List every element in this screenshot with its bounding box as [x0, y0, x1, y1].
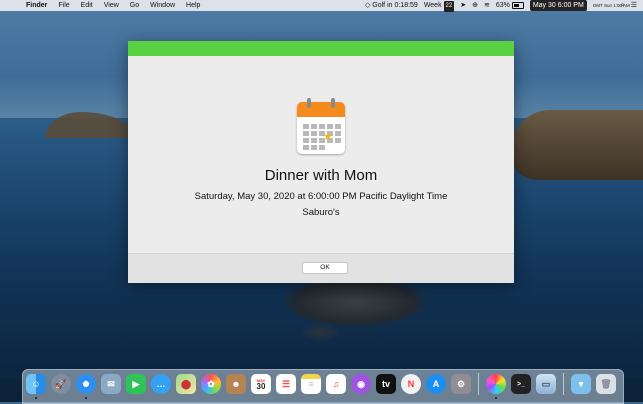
week-label: Week	[423, 1, 442, 9]
ok-button[interactable]: OK	[302, 262, 348, 274]
event-alert-dialog: ★ Dinner with Mom Saturday, May 30, 2020…	[128, 41, 514, 283]
contacts-icon[interactable]: ☻	[226, 374, 246, 394]
notes-icon[interactable]: ≡	[301, 374, 321, 394]
calendar-dock-icon[interactable]: MAY 30	[251, 374, 271, 394]
photos-icon[interactable]: ✿	[201, 374, 221, 394]
golf-timer-status[interactable]: ◇ Golf in 0:18:59	[365, 0, 418, 11]
downloads-folder-icon[interactable]: ▾	[571, 374, 591, 394]
star-icon: ★	[323, 131, 333, 143]
music-icon[interactable]: ♫	[326, 374, 346, 394]
facetime-icon[interactable]: ▶	[126, 374, 146, 394]
desktop-islet	[300, 322, 340, 342]
messages-icon[interactable]: …	[151, 374, 171, 394]
calendar-dock-day: 30	[256, 381, 266, 391]
maps-icon[interactable]: ⬤	[176, 374, 196, 394]
event-title: Dinner with Mom	[264, 167, 378, 184]
vpn-globe-icon[interactable]: ⊕	[472, 0, 478, 11]
trash-icon[interactable]: 🗑	[596, 374, 616, 394]
gmt-clock[interactable]: GMT Sun 1:00 AM	[593, 0, 630, 11]
dialog-accent-strip	[128, 41, 514, 56]
week-status[interactable]: Week 22	[423, 0, 455, 12]
system-preferences-icon[interactable]: ⚙	[451, 374, 471, 394]
color-picker-icon[interactable]	[486, 374, 506, 399]
tv-icon[interactable]: tv	[376, 374, 396, 394]
dock-separator	[478, 373, 479, 395]
menu-clock[interactable]: May 30 6:00 PM	[529, 0, 587, 11]
tag-icon: ◇	[364, 2, 371, 9]
golf-timer-text: Golf in 0:18:59	[372, 2, 418, 9]
preview-icon[interactable]: ▭	[536, 374, 556, 394]
mail-icon[interactable]: ✉	[101, 374, 121, 394]
safari-icon[interactable]: ✦	[76, 374, 96, 399]
menu-view[interactable]: View	[104, 0, 119, 11]
menu-bar: Finder File Edit View Go Window Help ◇ G…	[0, 0, 643, 12]
location-arrow-icon[interactable]: ➤	[460, 0, 466, 11]
notification-center-icon[interactable]: ☰	[631, 0, 637, 11]
terminal-icon[interactable]: >_	[511, 374, 531, 394]
battery-percent: 63%	[495, 2, 510, 9]
desktop-island	[285, 278, 425, 326]
app-store-icon[interactable]: A	[426, 374, 446, 394]
calendar-icon: ★	[297, 98, 345, 154]
battery-status[interactable]: 63%	[496, 0, 524, 11]
menu-edit[interactable]: Edit	[81, 0, 93, 11]
spotlight-search-icon[interactable]: ⌕	[621, 0, 625, 11]
reminders-icon[interactable]: ☰	[276, 374, 296, 394]
wifi-icon[interactable]: ≋	[484, 0, 490, 11]
menu-app-finder[interactable]: Finder	[26, 0, 47, 11]
launchpad-icon[interactable]: 🚀	[51, 374, 71, 394]
finder-icon[interactable]: ☺	[26, 374, 46, 399]
battery-icon	[511, 1, 524, 9]
news-icon[interactable]: N	[401, 374, 421, 394]
podcasts-icon[interactable]: ◉	[351, 374, 371, 394]
desktop-cliff-right	[510, 110, 643, 180]
dock-icons: ☺ 🚀 ✦ ✉ ▶ … ⬤ ✿ ☻ MAY 30 ☰ ≡ ♫ ◉ tv N A …	[26, 373, 616, 399]
event-datetime: Saturday, May 30, 2020 at 6:00:00 PM Pac…	[194, 191, 448, 202]
menu-help[interactable]: Help	[186, 0, 200, 11]
menu-go[interactable]: Go	[130, 0, 139, 11]
menu-window[interactable]: Window	[150, 0, 175, 11]
menu-status-area: ◇ Golf in 0:18:59 Week 22 ➤ ⊕ ≋ 63% May …	[365, 0, 637, 12]
dock-separator-2	[563, 373, 564, 395]
menu-file[interactable]: File	[58, 0, 69, 11]
event-location: Saburo's	[302, 207, 340, 218]
week-number: 22	[443, 0, 455, 12]
